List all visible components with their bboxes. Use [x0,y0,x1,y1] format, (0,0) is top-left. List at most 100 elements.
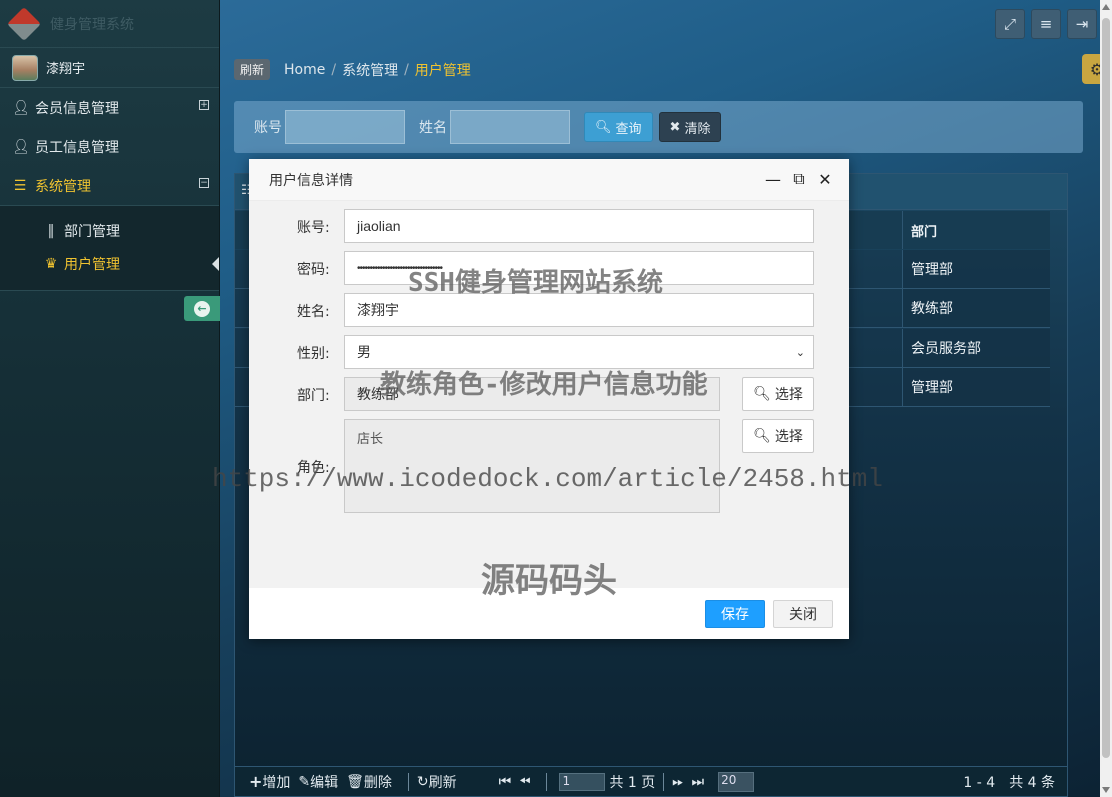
arrow-left-circle-icon: ← [194,300,210,317]
sidebar-item-label: 系统管理 [35,178,91,195]
trash-icon: 🗑︎ [346,773,364,790]
scroll-down-icon[interactable] [1102,787,1110,793]
search-icon: 🔍︎ [753,386,771,402]
maximize-icon[interactable]: ⧉ [791,169,807,188]
edit-icon: ✎ [298,773,311,790]
edit-button-label: 编辑 [310,774,339,791]
pager-separator [546,772,548,791]
page-scrollbar[interactable] [1100,0,1112,797]
gender-label: 性别: [297,346,330,362]
sidebar-item-label: 会员信息管理 [35,100,119,117]
page-number-input[interactable]: 1 [559,772,606,791]
clear-button-label: 清除 [684,121,711,137]
sidebar-collapse-button[interactable]: ← [184,296,220,321]
password-row: 密码: •••••••••••••••••••••••••••••••••• [249,251,849,285]
delete-button[interactable]: 🗑︎ 删除 [346,772,392,792]
grid-refresh-button[interactable]: ↻ 刷新 [417,772,457,792]
dialog-footer: 保存 关闭 [249,588,849,639]
search-icon: 🔍︎ [595,119,612,135]
total-pages: 共 1 页 [609,774,656,791]
scrollbar-thumb[interactable] [1102,18,1110,758]
sidebar-item-staff-info[interactable]: 👤︎ 员工信息管理 [0,127,219,166]
pager-separator [407,772,409,791]
department-field: 教练部 [344,377,720,411]
chevron-down-icon: ⌄ [795,346,805,359]
search-icon: 🔍︎ [753,428,771,444]
breadcrumb-system[interactable]: 系统管理 [342,60,398,80]
query-button[interactable]: 🔍︎ 查询 [584,112,653,142]
department-label: 部门: [297,388,330,404]
save-button[interactable]: 保存 [705,599,765,628]
user-panel: 漆翔宇 [0,48,219,88]
password-label: 密码: [297,262,330,278]
close-icon[interactable]: ✕ [817,170,833,189]
user-icon: 👤︎ [12,99,30,116]
sidebar-item-department[interactable]: ‖ 部门管理 [0,214,219,247]
table-cell-department: 会员服务部 [902,329,1050,368]
plus-icon: + [249,772,263,791]
refresh-icon: ↻ [416,773,429,790]
dialog-title: 用户信息详情 [269,172,353,189]
next-page-button[interactable]: ⏩︎ [672,774,683,790]
brand: 健身管理系统 [0,0,219,48]
close-button[interactable]: 关闭 [773,599,833,628]
page-size-select[interactable]: 20 [718,771,755,792]
name-row: 姓名: 漆翔宇 [249,293,849,327]
logout-icon[interactable]: ⇥ [1067,9,1097,39]
first-page-button[interactable]: ⏮︎ [499,774,512,790]
prev-page-button[interactable]: ⏪︎ [519,774,530,790]
account-search-input[interactable] [285,110,405,144]
search-bar: 账号 姓名 🔍︎ 查询 ✖ 清除 [234,101,1083,153]
role-label: 角色: [297,460,330,476]
choose-button-label: 选择 [774,387,803,403]
avatar [12,54,38,81]
clear-button[interactable]: ✖ 清除 [658,112,722,142]
table-cell-department: 教练部 [902,289,1050,328]
add-button-label: 增加 [262,774,291,791]
name-search-input[interactable] [450,110,570,144]
account-field[interactable]: jiaolian [344,209,814,243]
table-cell-department: 管理部 [902,250,1050,289]
password-field[interactable]: •••••••••••••••••••••••••••••••••• [344,251,814,285]
user-icon: 👤︎ [12,138,30,155]
refresh-tag-button[interactable]: 刷新 [234,59,271,80]
last-page-button[interactable]: ⏭︎ [691,774,704,790]
next-page-icon: ⏩︎ [672,773,684,790]
query-button-label: 查询 [615,121,642,137]
gender-select[interactable]: 男 ⌄ [344,335,814,369]
collapse-icon: − [199,178,209,188]
breadcrumb-home[interactable]: Home [284,62,325,78]
column-header-department[interactable]: 部门 [902,211,1050,249]
close-icon: ✖ [669,119,681,135]
sidebar-item-users[interactable]: ♛ 用户管理 [0,247,219,280]
fullscreen-icon[interactable]: ⤢ [995,9,1025,39]
sidebar-item-system[interactable]: ☰ 系统管理 − [0,166,219,205]
menu-icon[interactable]: ≡ [1031,9,1061,39]
name-label: 姓名: [297,304,330,320]
minimize-icon[interactable]: — [765,170,781,189]
table-cell-department: 管理部 [902,368,1050,407]
scroll-up-icon[interactable] [1102,4,1110,10]
name-search-label: 姓名 [419,120,447,136]
choose-button-label: 选择 [774,429,803,445]
record-summary: 1 - 4 共 4 条 [963,774,1055,791]
sidebar-item-member-info[interactable]: 👤︎ 会员信息管理 + [0,88,219,127]
prev-page-icon: ⏪︎ [519,773,531,790]
sidebar-item-label: 用户管理 [64,256,120,273]
sidebar-item-label: 员工信息管理 [35,139,119,156]
add-button[interactable]: + 增加 [249,772,290,792]
role-row: 角色: 店长 🔍︎ 选择 [249,419,849,513]
edit-button[interactable]: ✎ 编辑 [298,772,338,792]
gender-select-value: 男 [357,344,371,360]
user-detail-dialog: 用户信息详情 — ⧉ ✕ 账号: jiaolian 密码: ••••••••••… [249,159,849,639]
account-row: 账号: jiaolian [249,209,849,243]
last-page-icon: ⏭︎ [691,773,705,790]
department-row: 部门: 教练部 🔍︎ 选择 [249,377,849,411]
choose-role-button[interactable]: 🔍︎ 选择 [742,419,814,453]
sidebar-item-label: 部门管理 [64,223,120,240]
choose-department-button[interactable]: 🔍︎ 选择 [742,377,814,411]
breadcrumb-separator: / [404,61,409,78]
name-field[interactable]: 漆翔宇 [344,293,814,327]
sidebar: 健身管理系统 漆翔宇 👤︎ 会员信息管理 + 👤︎ 员工信息管理 ☰ 系统管理 … [0,0,220,797]
role-textarea[interactable]: 店长 [344,419,720,513]
